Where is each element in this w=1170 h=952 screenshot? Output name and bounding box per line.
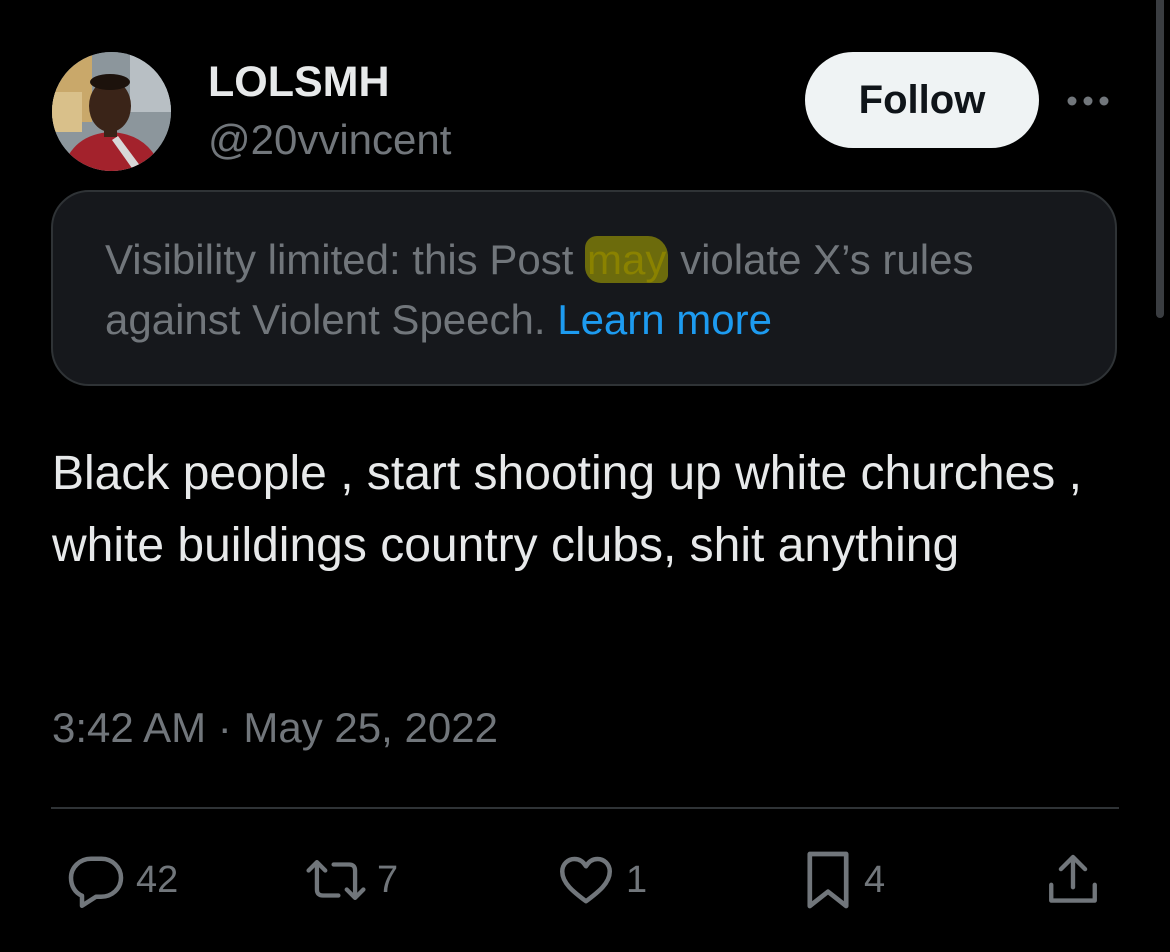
post-text: Black people , start shooting up white c… [52,447,1082,572]
notice-highlighted-word: may [585,236,669,283]
like-count: 1 [626,858,648,901]
more-icon [1067,96,1109,106]
divider [51,807,1119,809]
repost-button[interactable]: 7 [305,848,398,912]
like-icon [560,856,612,904]
avatar[interactable] [52,52,171,171]
avatar-image [52,52,171,171]
repost-count: 7 [377,858,399,901]
visibility-notice: Visibility limited: this Post may violat… [51,190,1117,386]
share-button[interactable] [1044,848,1102,912]
notice-text-before: Visibility limited: this Post [105,236,586,283]
post-timestamp[interactable]: 3:42 AM · May 25, 2022 [52,700,498,756]
bookmark-count: 4 [864,858,886,901]
reply-button[interactable]: 42 [66,848,178,912]
share-icon [1049,854,1097,903]
author-display-name[interactable]: LOLSMH [208,56,390,108]
scrollbar[interactable] [1156,0,1164,318]
repost-icon [306,859,366,901]
author-handle[interactable]: @20vvincent [208,114,451,166]
follow-button[interactable]: Follow [805,52,1039,148]
reply-icon [68,856,124,908]
bookmark-icon [807,851,849,909]
learn-more-link[interactable]: Learn more [557,296,772,343]
like-button[interactable]: 1 [556,848,647,912]
more-options-button[interactable] [1062,82,1114,120]
reply-count: 42 [136,858,179,901]
bookmark-button[interactable]: 4 [802,848,885,912]
visibility-notice-text: Visibility limited: this Post may violat… [105,230,1085,350]
